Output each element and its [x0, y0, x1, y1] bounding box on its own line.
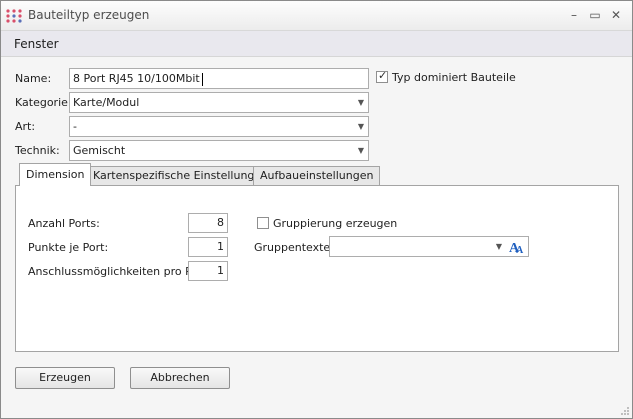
chevron-down-icon: ▼: [357, 146, 364, 155]
name-value: 8 Port RJ45 10/100Mbit: [73, 72, 200, 85]
menu-bar: Fenster: [1, 31, 632, 57]
chevron-down-icon: ▼: [357, 98, 364, 107]
kategorie-label: Kategorie:: [15, 96, 72, 109]
dialog-window: Bauteiltyp erzeugen – ▭ ✕ Fenster Name: …: [0, 0, 633, 419]
tab-dimension[interactable]: Dimension: [19, 163, 92, 186]
app-dots-icon: [6, 9, 22, 23]
abbrechen-button[interactable]: Abbrechen: [130, 367, 230, 389]
window-title: Bauteiltyp erzeugen: [28, 8, 150, 22]
gruppentexte-select[interactable]: ▼ A A: [329, 236, 529, 257]
art-select[interactable]: - ▼: [69, 116, 369, 137]
title-bar[interactable]: Bauteiltyp erzeugen – ▭ ✕: [1, 1, 632, 31]
punkte-je-port-input[interactable]: 1: [188, 237, 228, 257]
technik-value: Gemischt: [73, 144, 126, 157]
anschluss-input[interactable]: 1: [188, 261, 228, 281]
chevron-down-icon: ▼: [357, 122, 364, 131]
tab-kartenspezifische-einstellungen[interactable]: Kartenspezifische Einstellungen: [86, 166, 276, 185]
technik-select[interactable]: Gemischt ▼: [69, 140, 369, 161]
erzeugen-button[interactable]: Erzeugen: [15, 367, 115, 389]
name-input[interactable]: 8 Port RJ45 10/100Mbit: [69, 68, 369, 89]
gruppierung-checkbox[interactable]: [257, 217, 269, 229]
anzahl-ports-label: Anzahl Ports:: [28, 217, 100, 230]
tab-aufbaueinstellungen[interactable]: Aufbaueinstellungen: [253, 166, 381, 185]
close-button[interactable]: ✕: [608, 8, 624, 22]
punkte-je-port-label: Punkte je Port:: [28, 241, 109, 254]
kategorie-value: Karte/Modul: [73, 96, 140, 109]
chevron-down-icon: ▼: [495, 242, 502, 251]
technik-label: Technik:: [15, 144, 60, 157]
font-style-icon[interactable]: A A: [508, 239, 525, 255]
anzahl-ports-input[interactable]: 8: [188, 213, 228, 233]
name-label: Name:: [15, 72, 52, 85]
svg-text:A: A: [516, 245, 524, 255]
maximize-button[interactable]: ▭: [587, 8, 603, 22]
gruppierung-label: Gruppierung erzeugen: [273, 217, 398, 230]
resize-grip-icon[interactable]: [620, 406, 630, 416]
art-value: -: [73, 120, 77, 133]
art-label: Art:: [15, 120, 36, 133]
gruppentexte-label: Gruppentexte:: [254, 241, 334, 254]
menu-fenster[interactable]: Fenster: [14, 37, 59, 51]
dominates-label: Typ dominiert Bauteile: [392, 71, 516, 84]
kategorie-select[interactable]: Karte/Modul ▼: [69, 92, 369, 113]
text-caret: [201, 72, 203, 86]
minimize-button[interactable]: –: [566, 8, 582, 22]
anschluss-label: Anschlussmöglichkeiten pro Port:: [28, 265, 211, 278]
dominates-checkbox[interactable]: [376, 69, 388, 83]
